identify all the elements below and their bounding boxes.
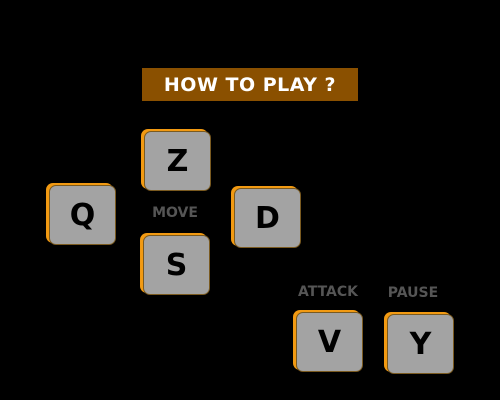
key-right: D [234, 188, 301, 248]
key-down: S [143, 235, 210, 295]
how-to-play-title: HOW TO PLAY ? [142, 68, 358, 101]
key-attack: V [296, 312, 363, 372]
key-pause: Y [387, 314, 454, 374]
key-up: Z [144, 131, 211, 191]
pause-label: PAUSE [387, 285, 439, 301]
key-left: Q [49, 185, 116, 245]
attack-label: ATTACK [297, 284, 359, 300]
move-label: MOVE [152, 205, 198, 221]
